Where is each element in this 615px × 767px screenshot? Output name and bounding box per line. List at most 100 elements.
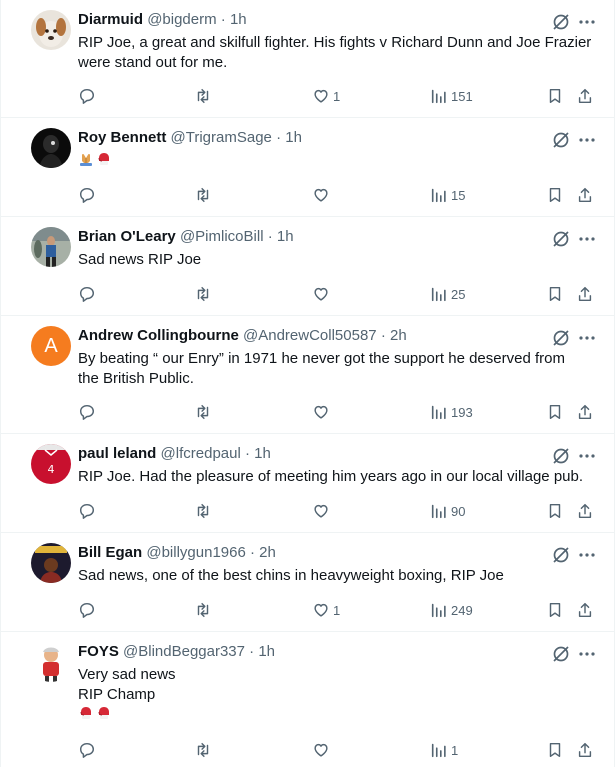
share-button[interactable]: [576, 740, 594, 760]
display-name[interactable]: paul leland: [78, 445, 156, 462]
bookmark-button[interactable]: [546, 501, 564, 521]
like-button[interactable]: 1: [312, 600, 340, 620]
share-button[interactable]: [576, 402, 594, 422]
user-handle[interactable]: @AndrewColl50587: [243, 327, 377, 344]
retweet-button[interactable]: [194, 86, 215, 106]
tweet[interactable]: 4 paul leland @lfcredpaul · 1h RIP Joe. …: [1, 434, 614, 533]
reply-button[interactable]: [78, 501, 99, 521]
bookmark-icon: [549, 404, 561, 420]
more-options-icon[interactable]: [577, 130, 597, 150]
views-button[interactable]: 15: [430, 185, 465, 205]
retweet-button[interactable]: [194, 501, 215, 521]
reply-button[interactable]: [78, 86, 99, 106]
display-name[interactable]: Bill Egan: [78, 544, 142, 561]
retweet-button[interactable]: [194, 402, 215, 422]
user-handle[interactable]: @lfcredpaul: [161, 445, 241, 462]
more-options-icon[interactable]: [577, 644, 597, 664]
views-button[interactable]: 249: [430, 600, 473, 620]
user-handle[interactable]: @BlindBeggar337: [123, 643, 245, 660]
like-button[interactable]: [312, 402, 333, 422]
avatar[interactable]: 4: [31, 444, 71, 484]
more-options-icon[interactable]: [577, 12, 597, 32]
share-icon: [578, 286, 592, 302]
views-button[interactable]: 193: [430, 402, 473, 422]
grok-icon[interactable]: [551, 229, 571, 249]
timestamp[interactable]: 1h: [254, 445, 271, 462]
views-button[interactable]: 90: [430, 501, 465, 521]
share-button[interactable]: [576, 600, 594, 620]
timestamp[interactable]: 1h: [230, 11, 247, 28]
tweet-text: Sad news RIP Joe: [78, 250, 600, 270]
action-bar: 193: [78, 402, 608, 422]
share-button[interactable]: [576, 185, 594, 205]
timestamp[interactable]: 1h: [285, 129, 302, 146]
views-button[interactable]: 25: [430, 284, 465, 304]
timestamp[interactable]: 1h: [277, 228, 294, 245]
reply-button[interactable]: [78, 740, 99, 760]
tweet-header: Roy Bennett @TrigramSage · 1h: [78, 129, 302, 147]
grok-icon[interactable]: [551, 644, 571, 664]
display-name[interactable]: FOYS: [78, 643, 119, 660]
avatar[interactable]: A: [31, 326, 71, 366]
bookmark-button[interactable]: [546, 402, 564, 422]
tweet[interactable]: Bill Egan @billygun1966 · 2h Sad news, o…: [1, 533, 614, 632]
avatar[interactable]: [31, 10, 71, 50]
like-button[interactable]: [312, 185, 333, 205]
share-button[interactable]: [576, 501, 594, 521]
retweet-button[interactable]: [194, 740, 215, 760]
user-handle[interactable]: @bigderm: [147, 11, 216, 28]
grok-icon[interactable]: [551, 130, 571, 150]
display-name[interactable]: Roy Bennett: [78, 129, 166, 146]
bookmark-button[interactable]: [546, 740, 564, 760]
bookmark-button[interactable]: [546, 600, 564, 620]
display-name[interactable]: Brian O'Leary: [78, 228, 176, 245]
tweet[interactable]: A Andrew Collingbourne @AndrewColl50587 …: [1, 316, 614, 434]
timestamp[interactable]: 2h: [390, 327, 407, 344]
more-options-icon[interactable]: [577, 229, 597, 249]
heart-icon: [314, 287, 328, 301]
grok-icon[interactable]: [551, 12, 571, 32]
views-button[interactable]: 151: [430, 86, 473, 106]
like-button[interactable]: [312, 501, 333, 521]
avatar[interactable]: [31, 128, 71, 168]
tweet[interactable]: FOYS @BlindBeggar337 · 1h Very sad news …: [1, 632, 614, 767]
grok-icon[interactable]: [551, 545, 571, 565]
avatar[interactable]: [31, 227, 71, 267]
bookmark-button[interactable]: [546, 86, 564, 106]
like-button[interactable]: [312, 284, 333, 304]
retweet-icon: [197, 286, 209, 302]
retweet-button[interactable]: [194, 284, 215, 304]
user-handle[interactable]: @TrigramSage: [171, 129, 272, 146]
tweet-text: Very sad news RIP Champ: [78, 665, 600, 725]
like-button[interactable]: 1: [312, 86, 340, 106]
reply-button[interactable]: [78, 600, 99, 620]
tweet[interactable]: Brian O'Leary @PimlicoBill · 1h Sad news…: [1, 217, 614, 316]
more-options-icon[interactable]: [577, 545, 597, 565]
views-button[interactable]: 1: [430, 740, 458, 760]
share-button[interactable]: [576, 86, 594, 106]
more-options-icon[interactable]: [577, 328, 597, 348]
avatar[interactable]: [31, 642, 71, 682]
tweet[interactable]: Roy Bennett @TrigramSage · 1h 15: [1, 118, 614, 217]
user-handle[interactable]: @billygun1966: [146, 544, 245, 561]
tweet-text-line: [78, 151, 600, 171]
display-name[interactable]: Andrew Collingbourne: [78, 327, 239, 344]
grok-icon[interactable]: [551, 328, 571, 348]
reply-button[interactable]: [78, 402, 99, 422]
timestamp[interactable]: 2h: [259, 544, 276, 561]
display-name[interactable]: Diarmuid: [78, 11, 143, 28]
share-button[interactable]: [576, 284, 594, 304]
reply-button[interactable]: [78, 185, 99, 205]
retweet-button[interactable]: [194, 600, 215, 620]
tweet[interactable]: Diarmuid @bigderm · 1h RIP Joe, a great …: [1, 0, 614, 118]
like-button[interactable]: [312, 740, 333, 760]
bookmark-button[interactable]: [546, 185, 564, 205]
grok-icon[interactable]: [551, 446, 571, 466]
bookmark-button[interactable]: [546, 284, 564, 304]
avatar[interactable]: [31, 543, 71, 583]
user-handle[interactable]: @PimlicoBill: [180, 228, 264, 245]
timestamp[interactable]: 1h: [258, 643, 275, 660]
reply-button[interactable]: [78, 284, 99, 304]
retweet-button[interactable]: [194, 185, 215, 205]
more-options-icon[interactable]: [577, 446, 597, 466]
